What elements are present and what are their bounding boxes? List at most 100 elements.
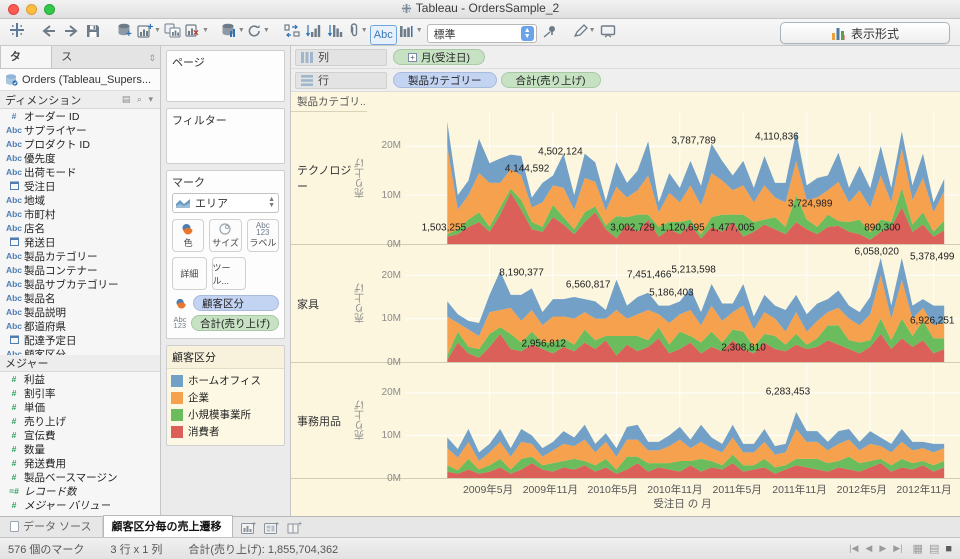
category-row-label[interactable]: 家具 [291, 245, 353, 362]
field-item[interactable]: # 発送費用 [0, 456, 160, 470]
new-worksheet-icon[interactable]: + ▼ [137, 20, 161, 40]
prev-sheet-icon[interactable]: ◀ [865, 543, 872, 554]
field-item[interactable]: Abc 都道府県 [0, 319, 160, 333]
mark-button-label: ラベル [249, 238, 277, 248]
field-item[interactable]: Abc 製品コンテナー [0, 263, 160, 277]
legend-item[interactable]: 小規模事業所 [171, 406, 280, 423]
field-item[interactable]: Abc 地域 [0, 193, 160, 207]
sheet-sorter-view-icon[interactable]: ▦ [913, 542, 923, 555]
field-item[interactable]: =# レコード数 [0, 484, 160, 498]
field-item[interactable]: Abc 製品名 [0, 291, 160, 305]
filters-shelf[interactable]: フィルター [166, 108, 285, 164]
field-label: 製品コンテナー [24, 264, 98, 277]
shelf-pill[interactable]: 製品カテゴリー [393, 72, 497, 88]
field-item[interactable]: # 割引率 [0, 386, 160, 400]
field-item[interactable]: Abc プロダクト ID [0, 137, 160, 151]
expand-icon[interactable]: + [408, 52, 417, 62]
view-as-icon[interactable]: ▤ [122, 94, 133, 104]
field-item[interactable]: Abc 出荷モード [0, 165, 160, 179]
marks-pill[interactable]: 顧客区分 [193, 295, 279, 311]
swap-axes-icon[interactable] [282, 21, 302, 41]
field-item[interactable]: # 宣伝費 [0, 428, 160, 442]
filmstrip-view-icon[interactable]: ▤ [929, 542, 939, 555]
pane-collapse-icon[interactable]: ⇕ [144, 49, 160, 68]
shelf-panel: ページ フィルター マーク エリア ▲ ▼ 色サイズ Abc 123 ラベル 詳細 ツール… [161, 46, 291, 516]
next-sheet-icon[interactable]: ▶ [879, 543, 886, 554]
show-me-button[interactable]: 表示形式 [780, 22, 950, 44]
pane-menu-icon[interactable]: ▾ [148, 94, 155, 104]
mark-label: 3,724,989 [787, 198, 833, 210]
forward-icon[interactable] [61, 21, 81, 41]
new-dashboard-tab-icon[interactable]: + [263, 521, 279, 537]
field-item[interactable]: Abc 顧客区分 [0, 347, 160, 356]
mark-label: 5,213,598 [671, 264, 716, 276]
tab-active-sheet[interactable]: 顧客区分毎の売上遷移 [102, 515, 233, 537]
field-item[interactable]: # 数量 [0, 442, 160, 456]
field-item[interactable]: # 単価 [0, 400, 160, 414]
field-item[interactable]: Abc 優先度 [0, 151, 160, 165]
highlight-icon[interactable]: ▼ [573, 21, 596, 41]
field-item[interactable]: 配達予定日 [0, 333, 160, 347]
tooltip-button[interactable]: ツール... [211, 257, 246, 290]
field-item[interactable]: Abc サプライヤー [0, 123, 160, 137]
mark-type-select[interactable]: エリア ▲ ▼ [172, 193, 279, 213]
field-item[interactable]: Abc 店名 [0, 221, 160, 235]
shelf-pill[interactable]: + 月(受注日) [393, 49, 485, 65]
legend-item[interactable]: 消費者 [171, 423, 280, 440]
refresh-icon[interactable]: ▼ [247, 21, 270, 41]
field-item[interactable]: # 売り上げ [0, 414, 160, 428]
legend-item[interactable]: ホームオフィス [171, 372, 280, 389]
field-item[interactable]: # オーダー ID [0, 109, 160, 123]
plot-area[interactable]: 6,283,453 [405, 363, 960, 478]
first-sheet-icon[interactable]: |◀ [849, 543, 858, 554]
presentation-icon[interactable] [598, 21, 618, 41]
field-item[interactable]: 発送日 [0, 235, 160, 249]
save-icon[interactable] [83, 21, 103, 41]
datasource-item[interactable]: Orders (Tableau_Supers... [0, 69, 160, 91]
update-datasource-icon[interactable]: ▼ [221, 20, 245, 40]
color-button[interactable]: 色 [172, 219, 205, 252]
columns-shelf[interactable]: 列 + 月(受注日) [291, 46, 960, 69]
field-item[interactable]: # 製品ベースマージン [0, 470, 160, 484]
field-item[interactable]: # メジャー バリュー [0, 498, 160, 512]
shelf-pill[interactable]: 合計(売り上げ) [500, 72, 601, 88]
field-item[interactable]: Abc 製品サブカテゴリー [0, 277, 160, 291]
add-datasource-icon[interactable]: + [115, 20, 135, 40]
tab-data-source[interactable]: データ ソース [2, 516, 103, 537]
field-list: # オーダー ID Abc サプライヤー Abc プロダクト ID Abc 優先度 Abc 出荷モ… [0, 109, 160, 356]
fit-select[interactable]: 標準 ▲ ▼ [426, 24, 537, 43]
sheet-tabs-view-icon[interactable]: ■ [945, 543, 952, 555]
last-sheet-icon[interactable]: ▶| [893, 543, 902, 554]
pin-axes-icon[interactable] [541, 21, 561, 41]
label-button[interactable]: Abc 123 ラベル [246, 219, 279, 252]
category-row-label[interactable]: 事務用品 [291, 363, 353, 478]
size-button[interactable]: サイズ [209, 219, 242, 252]
plot-area[interactable]: 1,503,255 4,144,592 4,502,124 3,787,789 4,11… [405, 112, 960, 244]
field-item[interactable]: Abc 製品カテゴリー [0, 249, 160, 263]
category-row-label[interactable]: テクノロジー [291, 112, 353, 244]
sort-descending-icon[interactable] [326, 21, 346, 41]
show-mark-labels-button[interactable]: Abc [369, 24, 397, 45]
clear-sheet-icon[interactable]: × ▼ [185, 20, 209, 40]
marks-pill[interactable]: 合計(売り上げ) [191, 315, 279, 331]
detail-button[interactable]: 詳細 [172, 257, 207, 290]
legend-item[interactable]: 企業 [171, 389, 280, 406]
fit-icon[interactable]: ▼ [399, 21, 423, 41]
new-worksheet-tab-icon[interactable]: + [240, 521, 256, 537]
group-members-icon[interactable]: ▼ [348, 20, 368, 40]
find-field-icon[interactable]: ⌕ [137, 94, 144, 104]
pages-shelf[interactable]: ページ [166, 50, 285, 102]
y-tick-label: 20M [381, 387, 401, 398]
color-icon [172, 298, 190, 309]
sort-ascending-icon[interactable] [304, 21, 324, 41]
field-item[interactable]: 受注日 [0, 179, 160, 193]
plot-area[interactable]: 8,190,377 6,560,817 7,451,466 5,213,598 5,18… [405, 245, 960, 362]
rows-shelf[interactable]: 行 製品カテゴリー 合計(売り上げ) [291, 69, 960, 92]
new-story-tab-icon[interactable]: + [287, 521, 302, 537]
field-item[interactable]: Abc 市町村 [0, 207, 160, 221]
duplicate-sheet-icon[interactable] [163, 20, 183, 40]
field-item[interactable]: # 利益 [0, 372, 160, 386]
field-item[interactable]: Abc 製品説明 [0, 305, 160, 319]
date-field-icon [4, 237, 24, 248]
back-icon[interactable] [39, 21, 59, 41]
